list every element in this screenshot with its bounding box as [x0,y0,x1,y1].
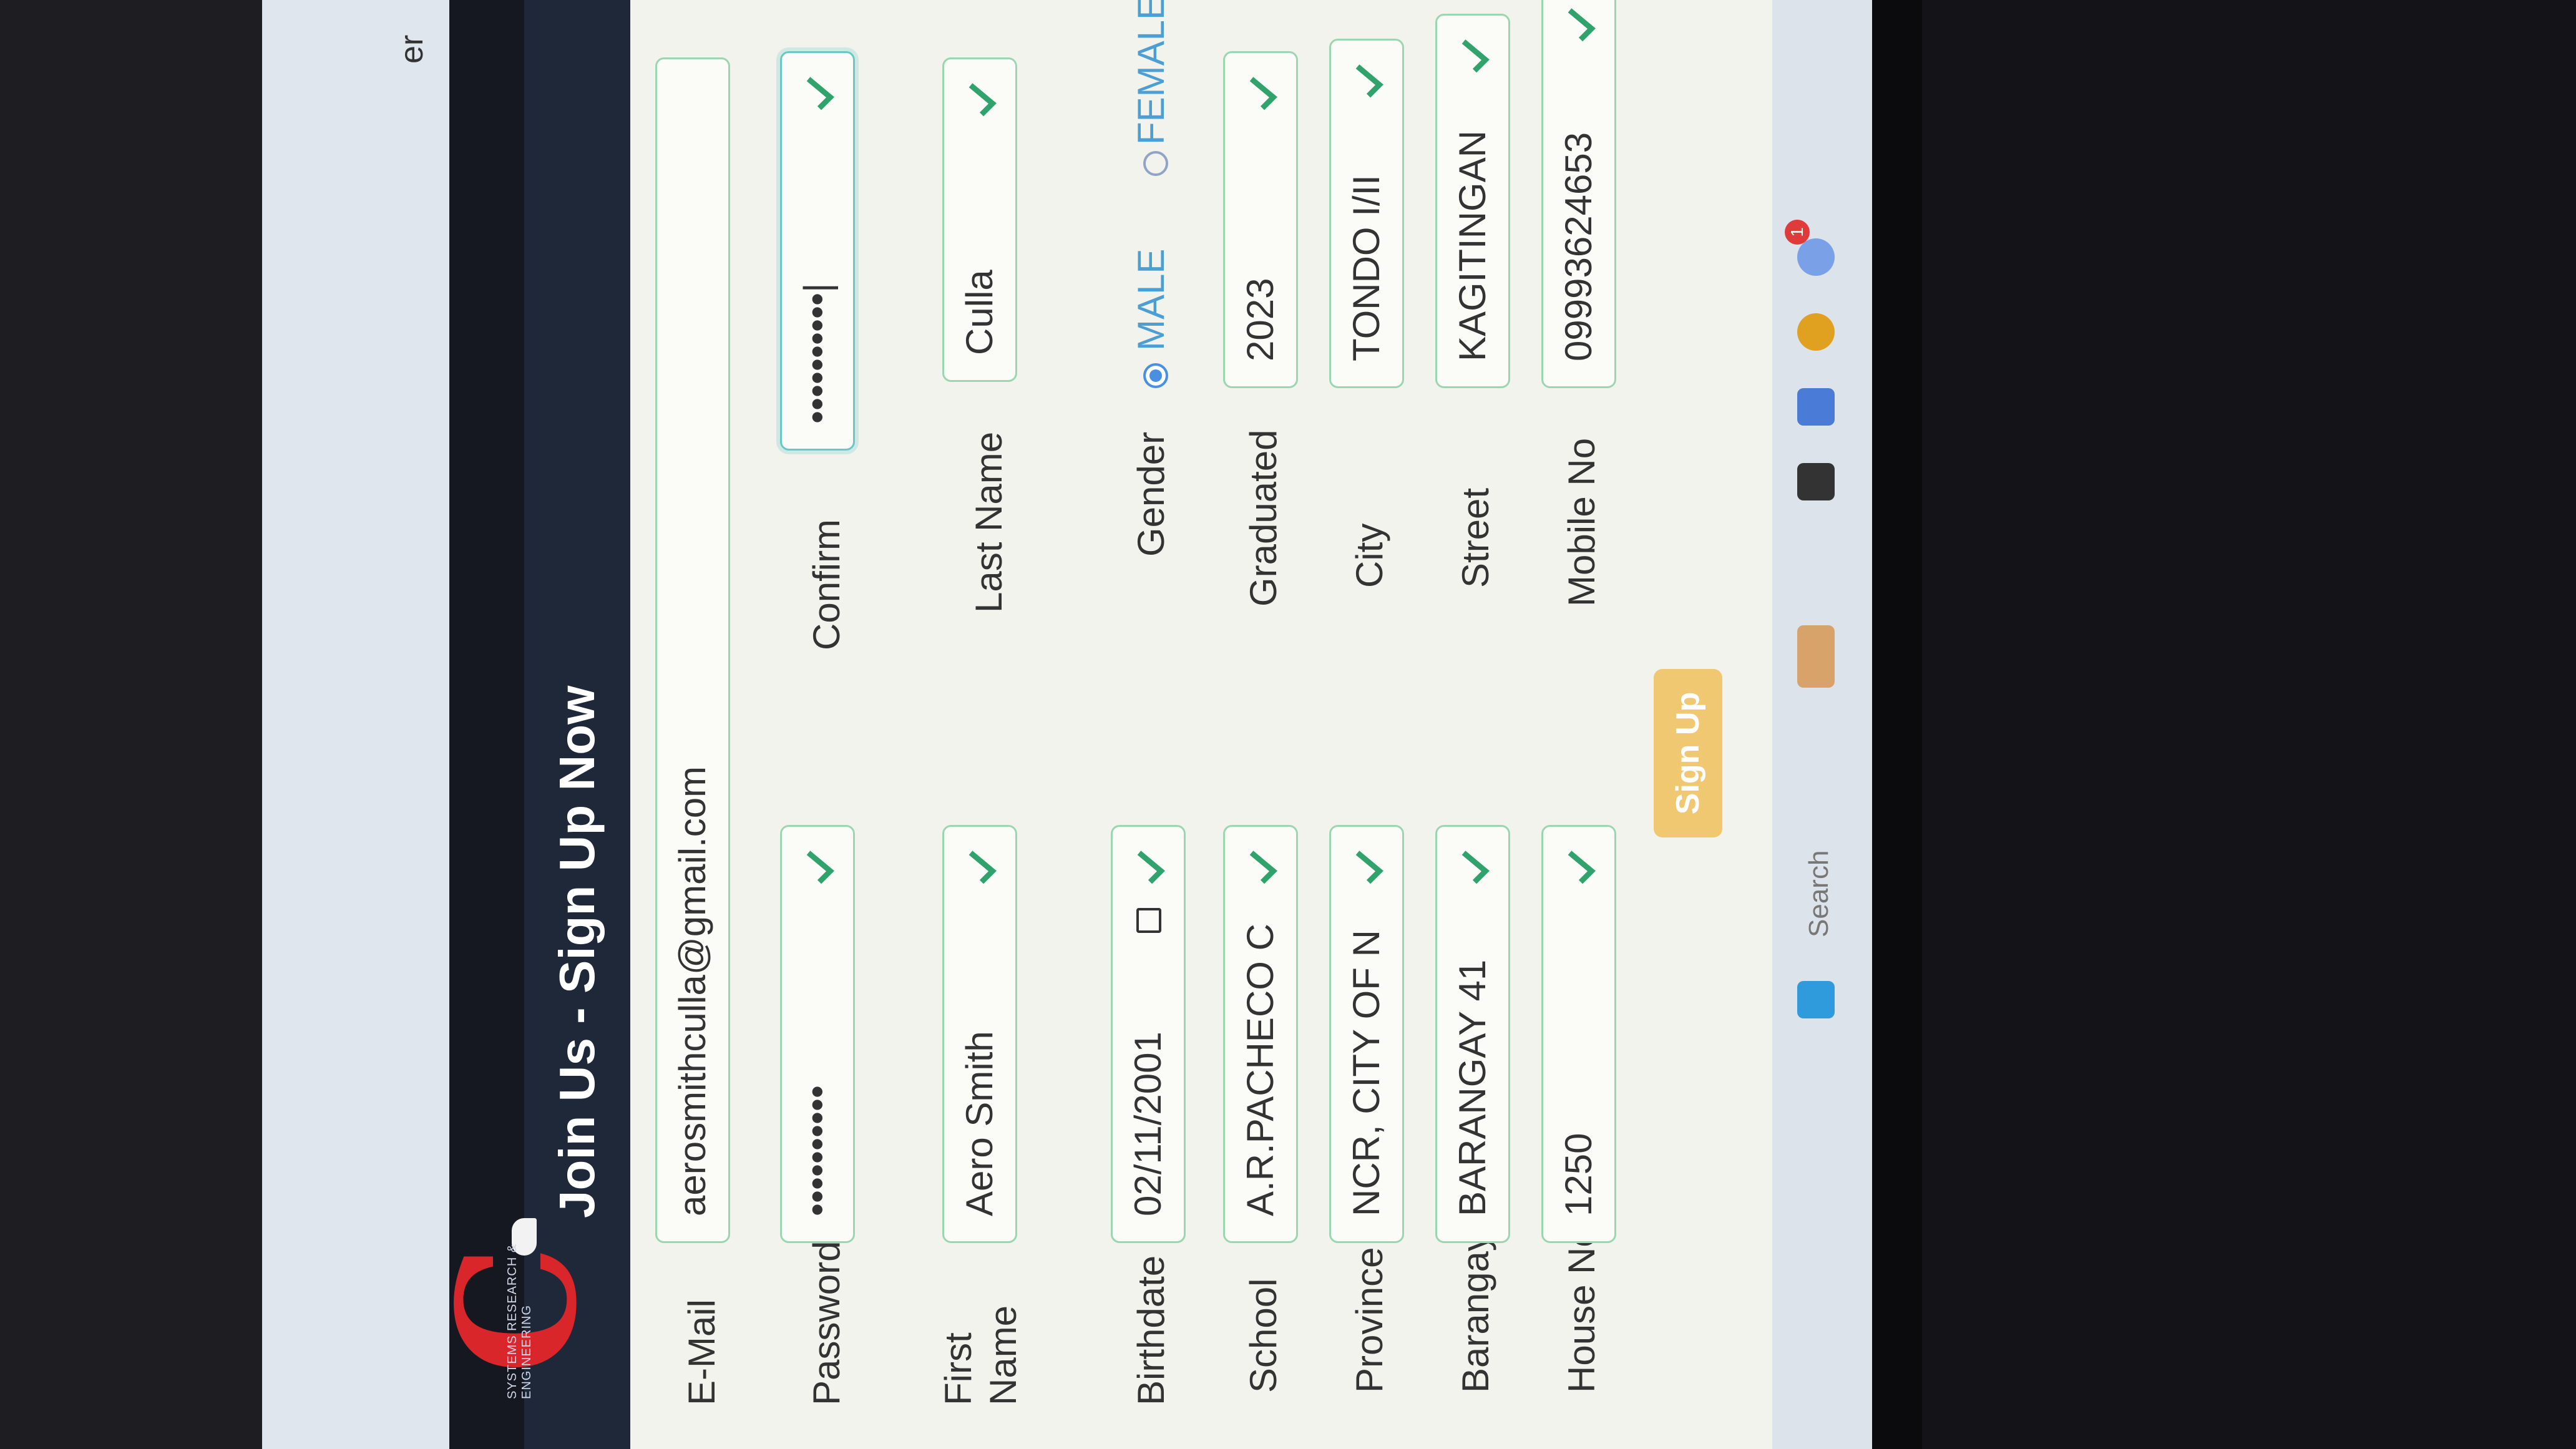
chrome-icon[interactable] [1797,313,1835,351]
taskbar-search[interactable]: Search [1803,851,1835,937]
street-value: KAGITINGAN [1451,130,1493,361]
graduated-label: Graduated [1242,429,1284,607]
barangay-field[interactable]: BARANGAY 41 [1435,825,1510,1243]
valid-check-icon [955,78,999,122]
email-label: E-Mail [681,1299,723,1405]
birthdate-label: Birthdate [1130,1255,1172,1405]
gender-label: Gender [1130,431,1172,557]
mobile-value: 09993624653 [1558,132,1599,361]
province-field[interactable]: NCR, CITY OF N [1329,825,1404,1243]
email-field[interactable]: aerosmithculla@gmail.com [655,57,730,1243]
graduated-field[interactable]: 2023 [1223,51,1298,388]
browser-chrome: er [262,0,449,1449]
gender-female-radio[interactable] [1143,151,1168,176]
chat-icon[interactable] [1797,388,1835,426]
firstname-field[interactable]: Aero Smith [942,825,1017,1243]
valid-check-icon [1448,846,1492,889]
monitor-bottom-bezel [1872,0,1922,1449]
lastname-label: Last Name [968,431,1010,613]
valid-check-icon [1554,846,1598,889]
firstname-label: First Name [937,1305,1024,1405]
street-label: Street [1455,487,1496,588]
mobile-field[interactable]: 09993624653 [1541,0,1616,388]
graduated-value: 2023 [1239,278,1281,361]
password-value: •••••••••• [796,1085,838,1216]
gender-female-label[interactable]: FEMALE [1129,0,1173,145]
birthdate-value: 02/11/2001 [1127,1032,1169,1216]
valid-check-icon [1448,34,1492,78]
logo-subtext: SYSTEMS RESEARCH & ENGINEERING [505,1243,534,1399]
school-field[interactable]: A.R.PACHECO C [1223,825,1298,1243]
houseno-value: 1250 [1558,1133,1599,1216]
barangay-label: Barangay [1455,1232,1496,1393]
province-value: NCR, CITY OF N [1345,930,1387,1216]
school-label: School [1242,1278,1284,1393]
valid-check-icon [1554,3,1598,47]
birthdate-field[interactable]: 02/11/2001 [1111,825,1186,1243]
notification-badge: 1 [1785,220,1810,245]
city-value: TONDO I/II [1345,175,1387,361]
lastname-value: Culla [959,270,1000,355]
city-label: City [1349,523,1390,588]
province-label: Province [1349,1247,1390,1393]
page-title: Join Us - Sign Up Now [549,685,605,1218]
windows-start-icon[interactable] [1797,981,1835,1018]
houseno-field[interactable]: 1250 [1541,825,1616,1243]
school-value: A.R.PACHECO C [1239,924,1281,1216]
signup-button[interactable]: Sign Up [1654,669,1722,837]
valid-check-icon [1236,846,1280,889]
confirm-value: ••••••••••| [796,283,838,424]
lastname-field[interactable]: Culla [942,57,1017,382]
calendar-icon[interactable] [1136,908,1161,933]
signup-form: E-Mail aerosmithculla@gmail.com Password… [630,0,1922,1449]
messenger-icon[interactable] [1797,238,1835,276]
widgets-icon[interactable] [1797,625,1835,688]
valid-check-icon [1342,59,1386,103]
background-right [1922,0,2576,1449]
browser-tab-text[interactable]: er [393,35,431,64]
valid-check-icon [1342,846,1386,889]
valid-check-icon [955,846,999,889]
gender-male-label[interactable]: MALE [1129,249,1173,351]
mobile-label: Mobile No [1561,437,1603,607]
gender-male-radio[interactable] [1143,363,1168,388]
firstname-value: Aero Smith [959,1031,1000,1216]
page-header: C SYSTEMS RESEARCH & ENGINEERING Join Us… [422,0,630,1449]
background-left [0,0,262,1449]
confirm-label: Confirm [806,519,847,650]
valid-check-icon [1236,72,1280,115]
valid-check-icon [793,846,837,889]
password-label: Password [806,1241,847,1405]
city-field[interactable]: TONDO I/II [1329,39,1404,388]
monitor-screen: er C SYSTEMS RESEARCH & ENGINEERING Join… [262,0,1922,1449]
task-view-icon[interactable] [1797,463,1835,500]
valid-check-icon [793,72,837,115]
street-field[interactable]: KAGITINGAN [1435,14,1510,388]
confirm-password-field[interactable]: ••••••••••| [780,51,855,451]
valid-check-icon [1124,846,1168,889]
os-taskbar: Search 1 [1772,0,1872,1449]
company-logo: C SYSTEMS RESEARCH & ENGINEERING [422,1199,624,1399]
password-field[interactable]: •••••••••• [780,825,855,1243]
barangay-value: BARANGAY 41 [1451,959,1493,1216]
